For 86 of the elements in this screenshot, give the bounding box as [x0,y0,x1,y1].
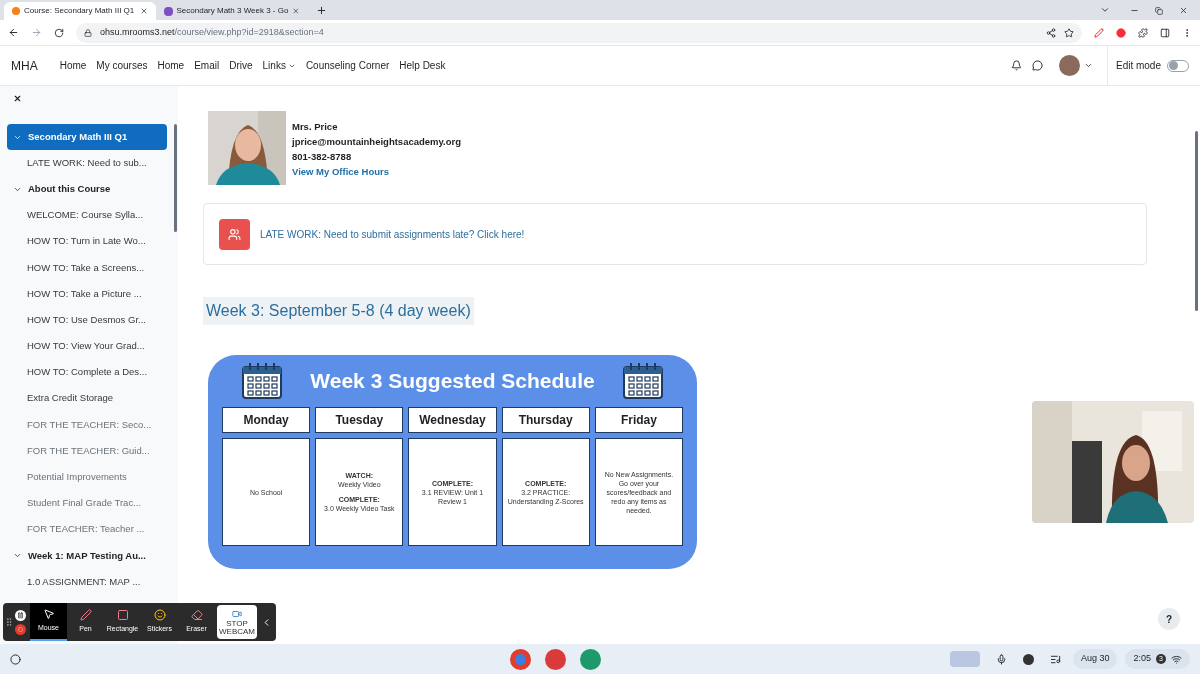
nav-link[interactable]: Drive [229,58,253,73]
edit-mode-switch[interactable] [1167,59,1189,72]
extensions-icon[interactable] [1138,27,1148,38]
close-icon[interactable] [13,94,22,103]
users-icon [219,218,250,250]
caret-icon[interactable] [1083,61,1093,70]
bookmark-icon[interactable] [1064,27,1074,38]
reload-icon[interactable] [54,27,64,38]
browser-tab[interactable]: Secondary Math 3 Week 3 - Go [156,2,308,20]
edit-mode-label: Edit mode [1115,59,1161,73]
course-activity[interactable]: FOR THE TEACHER: Seco... [7,411,171,438]
schedule-title: Week 3 Suggested Schedule [310,368,595,395]
course-activity[interactable]: WELCOME: Course Sylla... [7,202,171,229]
browser-tab[interactable]: Course: Secondary Math III Q1 [4,2,156,20]
share-icon[interactable] [1046,27,1056,38]
nav-link[interactable]: Links [262,58,296,73]
nav-link[interactable]: Home [157,58,185,73]
slides-icon [164,6,173,16]
microphone-icon[interactable] [995,653,1007,665]
section-heading: Week 3: September 5-8 (4 day week) [203,297,474,325]
course-activity[interactable]: HOW TO: Turn in Late Wo... [7,228,171,255]
nav-link[interactable]: Email [194,58,220,73]
messages-icon[interactable] [1031,60,1043,71]
day-heading: Tuesday [315,407,404,433]
day-heading: Thursday [501,407,590,433]
new-tab-icon[interactable] [316,5,327,16]
scrollbar[interactable] [174,124,177,232]
course-activity[interactable]: FOR THE TEACHER: Guid... [7,437,171,465]
pen-icon [79,609,92,622]
course-activity[interactable]: HOW TO: Take a Picture ... [7,280,171,307]
nav-link[interactable]: Counseling Corner [305,58,390,73]
late-work-link[interactable]: LATE WORK: Need to submit assignments late? Click here! [260,226,525,242]
video-camera-icon [232,608,242,619]
day-heading: Friday [594,407,683,433]
eraser-icon [190,609,203,622]
teacher-phone: 801-382-8788 [292,150,353,164]
date-button[interactable]: Aug 30 [1072,649,1118,669]
chrome-icon[interactable] [509,648,531,670]
launcher-icon[interactable] [10,653,21,665]
course-activity[interactable]: Extra Credit Storage [7,385,171,412]
course-section[interactable]: Week 1: MAP Testing Au... [7,542,171,569]
teacher-name: Mrs. Price [292,120,339,134]
close-icon[interactable] [1179,6,1188,15]
course-activity[interactable]: HOW TO: Take a Screens... [7,254,171,281]
course-activity[interactable]: Potential Improvements [7,464,171,491]
day-heading: Monday [222,407,311,433]
stickers-icon [153,609,166,622]
course-activity[interactable]: HOW TO: Complete a Des... [7,359,171,386]
calendar-icon [623,363,663,399]
help-button[interactable]: ? [1158,608,1180,630]
nav-link[interactable]: Help Desk [399,58,446,73]
course-activity[interactable]: HOW TO: Use Desmos Gr... [7,306,171,334]
course-activity[interactable]: HOW TO: View Your Grad... [7,333,171,360]
course-section[interactable]: About this Course [7,176,171,203]
address-bar[interactable]: ohsu.mrooms3.net/course/view.php?id=2918&section=4 [76,22,1082,43]
course-activity[interactable]: Student Final Grade Trac... [7,490,171,517]
course-activity[interactable]: LATE WORK: Need to sub... [7,150,171,177]
user-avatar[interactable] [1058,55,1080,76]
notification-icon[interactable] [1010,60,1022,71]
office-hours-link[interactable]: View My Office Hours [292,164,462,179]
stop-icon[interactable] [15,623,26,635]
side-panel-icon[interactable] [1160,27,1170,38]
late-work-card[interactable]: LATE WORK: Need to submit assignments late? Click here! [203,203,1147,265]
scrollbar[interactable] [1195,131,1198,311]
course-activity[interactable]: FOR TEACHER: Teacher ... [7,516,171,543]
pen-icon[interactable] [1094,27,1104,38]
mouse-icon [42,608,55,621]
course-section[interactable]: Secondary Math III Q1 [7,124,167,150]
calendar-icon [242,363,282,399]
moodle-icon [12,7,20,15]
restore-icon[interactable] [1155,7,1163,15]
tab-list-icon[interactable] [1100,5,1110,15]
course-activity[interactable]: 1.0 ASSIGNMENT: MAP ... [7,568,171,595]
pause-icon[interactable] [15,609,26,621]
brand-logo[interactable]: MHA [11,56,38,75]
rectangle-icon [116,609,129,622]
nav-link[interactable]: Home [59,58,87,73]
drag-handle-icon[interactable] [4,617,14,627]
stop-webcam-button[interactable]: STOP WEBCAM [217,605,257,639]
media-icon[interactable] [1049,653,1061,665]
nav-link[interactable]: My courses [96,58,148,73]
teacher-email: jprice@mountainheightsacademy.org [292,135,462,149]
day-heading: Wednesday [408,407,497,433]
lock-icon [84,28,92,37]
wifi-icon [1171,653,1182,665]
back-icon[interactable] [8,27,19,38]
